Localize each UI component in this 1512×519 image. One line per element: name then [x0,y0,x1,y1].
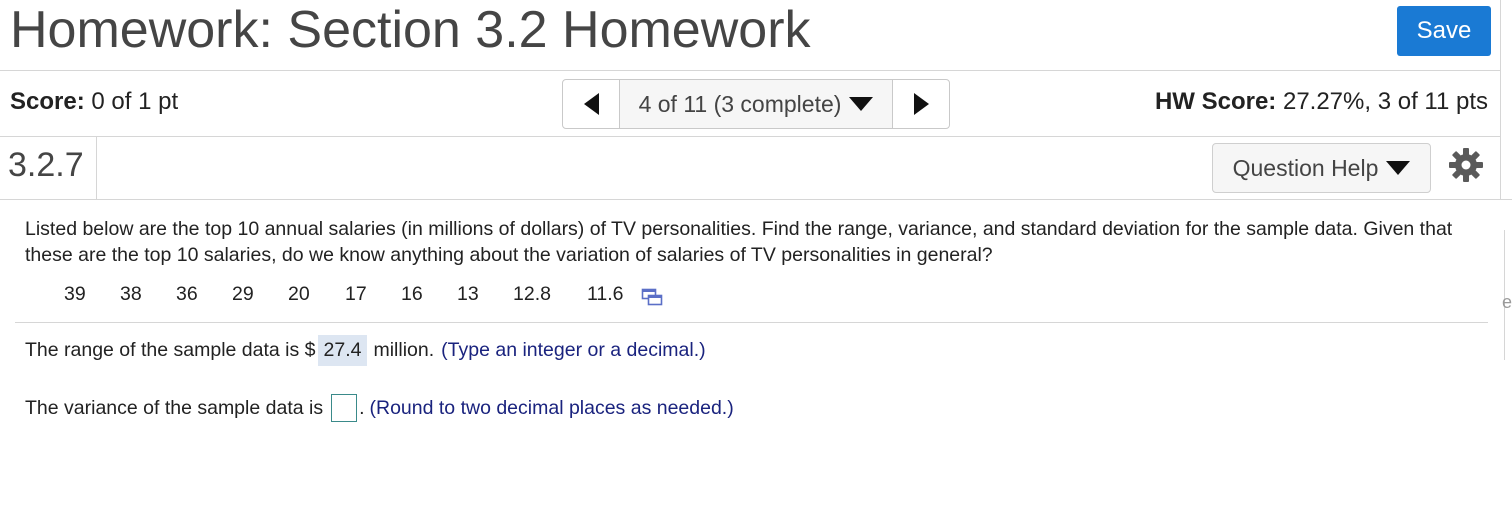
caret-down-icon [1386,161,1411,175]
hw-score-label: HW Score: [1154,88,1277,115]
variance-punct: . [359,396,365,419]
score-label: Score: [10,88,85,115]
question-text: Listed below are the top 10 annual salar… [25,218,1453,266]
save-button[interactable]: Save [1397,6,1491,56]
question-help-label: Question Help [1232,154,1379,181]
caret-down-icon [849,97,874,111]
variance-prefix: The variance of the sample data is [25,396,324,419]
range-answer-field[interactable]: 27.4 [317,335,368,366]
hw-score-display: HW Score: 27.27%, 3 of 11 pts [1155,88,1488,116]
copy-data-icon[interactable] [641,288,663,306]
hw-score-value: 27.27%, 3 of 11 pts [1282,88,1488,115]
divider [15,322,1488,323]
divider [0,136,1500,137]
data-value: 13 [457,283,479,305]
score-value: 0 of 1 pt [91,88,179,115]
data-value: 38 [120,283,142,305]
divider [96,137,97,199]
score-display: Score: 0 of 1 pt [10,88,178,116]
data-value: 12.8 [513,283,551,305]
data-value: 16 [401,283,423,305]
divider [1500,0,1501,200]
range-suffix: million. [373,339,435,361]
next-question-button[interactable] [893,80,949,128]
previous-question-button[interactable] [563,80,619,128]
question-selector-dropdown[interactable]: 4 of 11 (3 complete) [619,80,893,128]
variance-hint: (Round to two decimal places as needed.) [369,396,734,419]
data-value: 36 [176,283,198,305]
range-answer-line: The range of the sample data is $ 27.4 m… [25,335,706,366]
data-value: 20 [288,283,310,305]
side-panel-text: e [1502,292,1512,312]
arrow-left-icon [583,93,599,115]
question-number: 3.2.7 [8,146,84,184]
gear-icon[interactable] [1448,147,1484,183]
range-hint: (Type an integer or a decimal.) [441,339,706,361]
divider [0,70,1500,71]
variance-input[interactable] [331,394,358,422]
variance-answer-line: The variance of the sample data is . (Ro… [25,394,734,422]
question-selector-label: 4 of 11 (3 complete) [638,90,842,117]
divider [0,199,1512,200]
data-value: 11.6 [587,283,624,305]
question-navigator: 4 of 11 (3 complete) [562,79,950,129]
data-value: 17 [345,283,367,305]
data-value: 39 [64,283,86,305]
range-prefix: The range of the sample data is $ [25,339,316,361]
arrow-right-icon [913,93,929,115]
page-title: Homework: Section 3.2 Homework [10,1,811,59]
data-value: 29 [232,283,254,305]
question-help-button[interactable]: Question Help [1212,143,1431,193]
